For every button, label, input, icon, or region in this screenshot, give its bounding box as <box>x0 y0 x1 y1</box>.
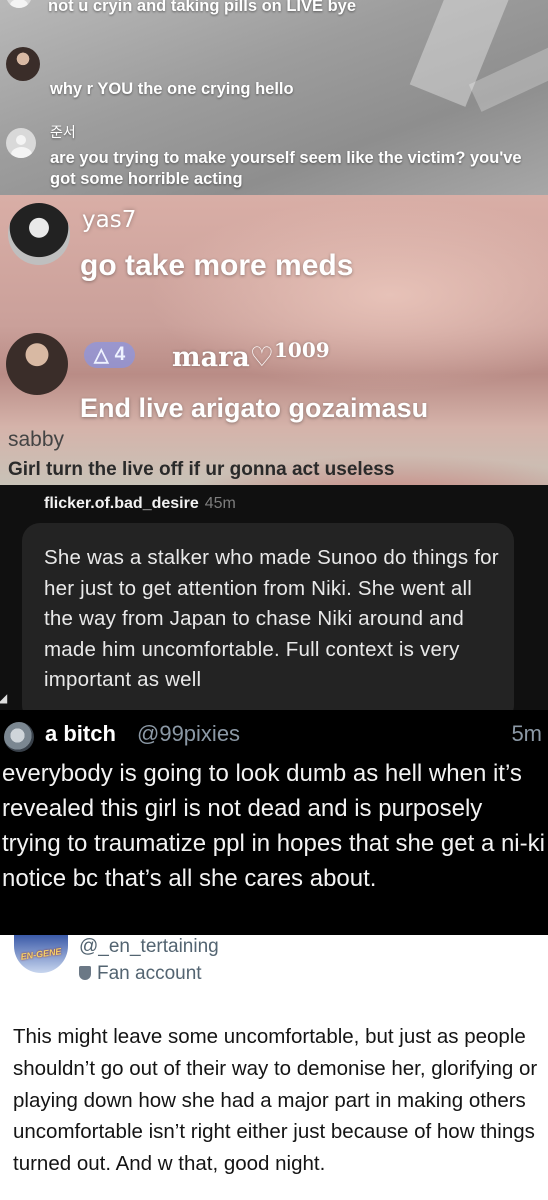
avatar[interactable] <box>4 722 34 752</box>
reply-username[interactable]: flicker.of.bad_desire <box>44 495 199 512</box>
comment-username: 준서 <box>50 124 76 140</box>
badge-level: 4 <box>114 344 126 365</box>
threads-reply-panel: flicker.of.bad_desire 45m She was a stalk… <box>0 485 548 710</box>
post-text: This might leave some uncomfortable, but… <box>13 1025 538 1176</box>
lips-live-panel: yas7 go take more meds △ 4 mara♡1009 End… <box>0 195 548 485</box>
account-label: Fan account <box>79 963 202 985</box>
avatar <box>6 333 68 395</box>
reply-arrow-icon: ◢ <box>0 691 8 705</box>
shield-icon <box>79 966 91 980</box>
tweet-panel: a bitch @99pixies 5m everybody is going … <box>0 710 548 935</box>
account-label-text: Fan account <box>97 963 202 984</box>
reply-text: She was a stalker who made Sunoo do thin… <box>44 546 499 691</box>
avatar <box>6 47 40 81</box>
comment-text: End live arigato gozaimasu <box>80 393 429 423</box>
username-suffix: 1009 <box>274 338 330 362</box>
username-text: mara <box>172 342 250 373</box>
heart-icon: ♡ <box>249 342 275 373</box>
comment-username: yas7 <box>82 207 137 233</box>
comment-text: go take more meds <box>80 249 354 282</box>
avatar <box>6 128 36 158</box>
tweet-display-name[interactable]: a bitch <box>45 721 116 747</box>
reply-header: flicker.of.bad_desire 45m <box>44 495 236 513</box>
avatar[interactable]: EN-GENE <box>14 935 68 973</box>
live-comments-panel: not u cryin and taking pills on LIVE bye… <box>0 0 548 195</box>
tweet-handle[interactable]: @99pixies <box>137 721 240 747</box>
reply-bubble: She was a stalker who made Sunoo do thin… <box>22 523 514 710</box>
comment-text: are you trying to make yourself seem lik… <box>50 149 522 188</box>
post-handle[interactable]: @_en_tertaining <box>79 936 219 958</box>
tweet-time: 5m <box>511 721 542 746</box>
comment-text: why r YOU the one crying hello <box>50 80 294 98</box>
comment-text: not u cryin and taking pills on LIVE bye <box>48 0 357 15</box>
reply-time: 45m <box>204 495 236 512</box>
comment-username: sabby <box>8 428 65 451</box>
comment-username: mara♡1009 <box>172 338 330 373</box>
comment-text: Girl turn the live off if ur gonna act u… <box>8 459 395 480</box>
level-badge: △ 4 <box>84 342 136 368</box>
avatar <box>8 203 70 265</box>
fan-post-panel: EN-GENE @_en_tertaining Fan account This… <box>0 935 548 1200</box>
avatar <box>6 0 32 8</box>
avatar-logo: EN-GENE <box>19 946 62 962</box>
triangle-icon: △ <box>94 344 109 366</box>
tweet-text: everybody is going to look dumb as hell … <box>2 760 545 892</box>
